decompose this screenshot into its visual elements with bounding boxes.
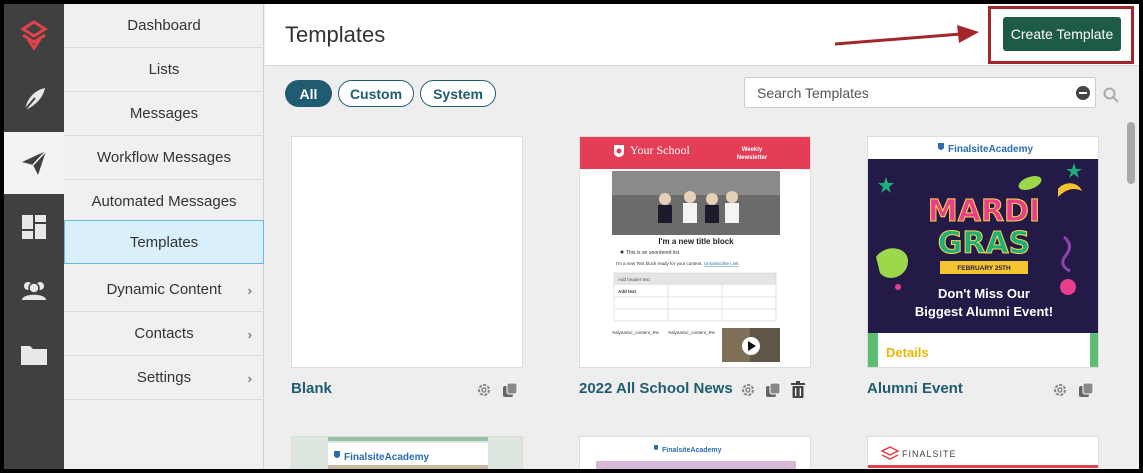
template-card-row2-2-preview[interactable]: FinalsiteAcademy xyxy=(579,436,811,469)
nav-item-workflow-messages[interactable]: Workflow Messages xyxy=(64,136,264,180)
template-card-alumni-event-preview[interactable]: FinalsiteAcademy Details MARDI GRAS FEBR… xyxy=(867,136,1099,368)
row2-card1-preview-image: FinalsiteAcademy xyxy=(328,437,488,469)
rail-folder-button[interactable] xyxy=(4,324,64,386)
folder-icon xyxy=(21,346,47,365)
template-card-row2-1-preview[interactable]: FinalsiteAcademy xyxy=(291,436,523,469)
chevron-right-icon: › xyxy=(247,283,252,298)
chevron-right-icon: › xyxy=(247,327,252,342)
copy-icon[interactable] xyxy=(1078,382,1094,398)
row2-card3-preview-image: FINALSITE xyxy=(868,446,1098,468)
template-name-alumni-event[interactable]: Alumni Event xyxy=(867,380,963,397)
tagline-line2: Biggest Alumni Event! xyxy=(915,304,1053,319)
settings-icon[interactable] xyxy=(476,382,492,398)
scrollbar[interactable] xyxy=(1127,122,1135,184)
details-text: Details xyxy=(886,345,929,360)
app-frame: Dashboard Lists Messages Workflow Messag… xyxy=(4,4,1139,469)
nav-item-automated-messages[interactable]: Automated Messages xyxy=(64,180,264,224)
svg-text:Newsletter: Newsletter xyxy=(737,155,768,161)
create-template-button[interactable]: Create Template xyxy=(1003,17,1121,51)
chevron-right-icon: › xyxy=(247,371,252,386)
template-card-school-news-preview[interactable]: Your School Weekly Newsletter I'm a new … xyxy=(579,136,811,368)
template-name-blank[interactable]: Blank xyxy=(291,380,332,397)
nav-label: Settings xyxy=(136,369,192,386)
feather-icon xyxy=(22,88,45,113)
filter-all-button[interactable]: All xyxy=(285,80,332,107)
side-nav: Dashboard Lists Messages Workflow Messag… xyxy=(64,4,264,469)
nav-item-dynamic-content[interactable]: Dynamic Content › xyxy=(64,268,264,312)
main-panel: Templates Create Template All Custom Sys… xyxy=(265,4,1139,469)
table-header-text: Add header text xyxy=(618,277,651,282)
nav-item-dashboard[interactable]: Dashboard xyxy=(64,4,264,48)
page-header: Templates Create Template xyxy=(265,4,1139,66)
mardi-text: MARDI xyxy=(928,194,1040,229)
nav-item-contacts[interactable]: Contacts › xyxy=(64,312,264,356)
nav-label: Dynamic Content xyxy=(106,281,222,298)
nav-label: Dashboard xyxy=(127,17,201,34)
paper-plane-icon xyxy=(22,150,47,175)
nav-label: Messages xyxy=(129,105,199,122)
trash-icon[interactable] xyxy=(791,381,805,398)
bullet-text: This is an unordered list xyxy=(626,250,680,256)
search-input[interactable] xyxy=(745,78,1065,107)
event-date-text: FEBRUARY 25TH xyxy=(957,265,1011,272)
icon-rail xyxy=(4,4,64,469)
search-icon[interactable] xyxy=(1103,87,1119,103)
nav-label: Lists xyxy=(148,61,180,78)
filter-system-button[interactable]: System xyxy=(420,80,496,107)
dynamic-token-2: %dynamic_content_9% xyxy=(668,330,715,335)
copy-icon[interactable] xyxy=(765,382,781,398)
settings-icon[interactable] xyxy=(1052,382,1068,398)
body-text: I'm a new Text block ready for your cont… xyxy=(616,261,703,266)
nav-label: Automated Messages xyxy=(91,193,237,210)
rail-people-button[interactable] xyxy=(4,260,64,322)
nav-label: Templates xyxy=(129,233,199,251)
nav-item-settings[interactable]: Settings › xyxy=(64,356,264,400)
page-title: Templates xyxy=(285,22,386,47)
template-name-school-news[interactable]: 2022 All School News xyxy=(579,380,733,397)
template-card-row2-3-preview[interactable]: FINALSITE xyxy=(867,436,1099,469)
dynamic-token-1: %dynamic_content_9% xyxy=(612,330,659,335)
logo-icon xyxy=(20,20,48,50)
dashboard-grid-icon xyxy=(22,215,46,239)
rail-messages-button[interactable] xyxy=(4,132,64,194)
people-icon xyxy=(22,282,46,300)
logo-button[interactable] xyxy=(4,4,64,66)
gras-text: GRAS xyxy=(938,226,1031,261)
filter-custom-button[interactable]: Custom xyxy=(338,80,414,107)
school-news-preview-image: Your School Weekly Newsletter I'm a new … xyxy=(580,137,810,362)
row2-card2-brand: FinalsiteAcademy xyxy=(662,447,722,454)
settings-icon[interactable] xyxy=(740,382,756,398)
svg-text:Weekly: Weekly xyxy=(742,147,763,153)
annotation-arrow-icon xyxy=(834,25,979,46)
nav-item-templates[interactable]: Templates xyxy=(64,220,264,264)
school-brand-text: Your School xyxy=(630,143,690,157)
clear-search-icon[interactable] xyxy=(1076,86,1090,100)
rail-feather-button[interactable] xyxy=(4,68,64,130)
nav-label: Contacts xyxy=(134,325,194,342)
row2-card2-preview-image: FinalsiteAcademy xyxy=(596,445,796,469)
nav-item-lists[interactable]: Lists xyxy=(64,48,264,92)
copy-icon[interactable] xyxy=(502,382,518,398)
unsubscribe-link-text: Unsubscribe Link xyxy=(704,261,739,266)
nav-item-messages[interactable]: Messages xyxy=(64,92,264,136)
nav-label: Workflow Messages xyxy=(97,149,231,166)
rail-dashboard-button[interactable] xyxy=(4,196,64,258)
tagline-line1: Don't Miss Our xyxy=(938,286,1030,301)
alumni-brand-text: FinalsiteAcademy xyxy=(948,144,1033,155)
block-title-text: I'm a new title block xyxy=(658,237,734,246)
row2-card1-brand: FinalsiteAcademy xyxy=(344,452,429,463)
alumni-event-preview-image: FinalsiteAcademy Details MARDI GRAS FEBR… xyxy=(868,137,1098,367)
row2-card3-brand: FINALSITE xyxy=(902,449,957,459)
table-cell-text: Add text xyxy=(618,289,637,294)
template-card-blank-preview[interactable] xyxy=(291,136,523,368)
search-box xyxy=(744,77,1096,108)
